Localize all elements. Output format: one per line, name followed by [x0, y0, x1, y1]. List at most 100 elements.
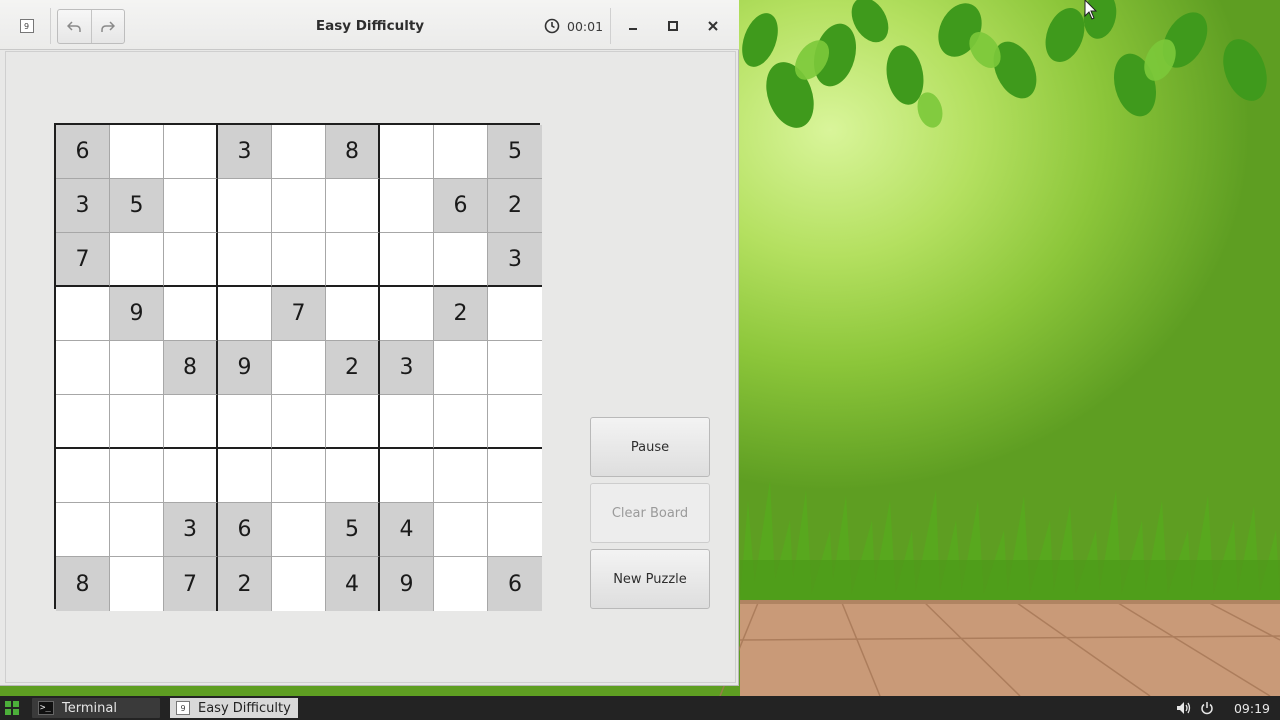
sudoku-cell[interactable]	[488, 395, 542, 449]
sudoku-cell[interactable]	[164, 233, 218, 287]
sudoku-cell[interactable]: 8	[326, 125, 380, 179]
sudoku-cell[interactable]	[380, 179, 434, 233]
sudoku-cell[interactable]	[110, 395, 164, 449]
sudoku-cell[interactable]: 6	[56, 125, 110, 179]
sudoku-cell[interactable]	[110, 503, 164, 557]
sudoku-cell[interactable]	[272, 179, 326, 233]
sudoku-cell[interactable]	[110, 341, 164, 395]
sudoku-cell[interactable]: 6	[434, 179, 488, 233]
sudoku-cell[interactable]: 2	[434, 287, 488, 341]
sudoku-cell[interactable]	[326, 233, 380, 287]
sudoku-cell[interactable]: 3	[218, 125, 272, 179]
separator	[610, 8, 611, 44]
sudoku-cell[interactable]	[380, 125, 434, 179]
sudoku-cell[interactable]	[326, 287, 380, 341]
sudoku-cell[interactable]	[218, 287, 272, 341]
sudoku-cell[interactable]: 7	[164, 557, 218, 611]
sudoku-cell[interactable]	[488, 341, 542, 395]
pause-button[interactable]: Pause	[590, 417, 710, 477]
sudoku-cell[interactable]	[272, 233, 326, 287]
power-icon[interactable]	[1200, 701, 1214, 715]
sudoku-cell[interactable]	[326, 449, 380, 503]
sudoku-cell[interactable]: 5	[488, 125, 542, 179]
sudoku-cell[interactable]	[380, 395, 434, 449]
maximize-icon	[668, 21, 678, 31]
sudoku-cell[interactable]	[272, 125, 326, 179]
sudoku-cell[interactable]	[272, 557, 326, 611]
sudoku-cell[interactable]: 6	[218, 503, 272, 557]
sudoku-cell[interactable]	[110, 449, 164, 503]
sudoku-cell[interactable]	[434, 449, 488, 503]
sudoku-cell[interactable]	[110, 125, 164, 179]
sudoku-cell[interactable]: 3	[380, 341, 434, 395]
new-puzzle-button[interactable]: New Puzzle	[590, 549, 710, 609]
sudoku-cell[interactable]: 9	[380, 557, 434, 611]
sudoku-cell[interactable]	[434, 395, 488, 449]
sudoku-cell[interactable]	[56, 503, 110, 557]
sudoku-cell[interactable]	[434, 341, 488, 395]
sudoku-cell[interactable]	[272, 449, 326, 503]
sudoku-cell[interactable]	[218, 233, 272, 287]
sudoku-cell[interactable]	[164, 449, 218, 503]
sudoku-cell[interactable]	[272, 503, 326, 557]
taskbar-item-terminal[interactable]: >_ Terminal	[32, 698, 160, 718]
sudoku-cell[interactable]	[56, 341, 110, 395]
sudoku-cell[interactable]	[380, 449, 434, 503]
sudoku-cell[interactable]: 5	[326, 503, 380, 557]
undo-button[interactable]	[58, 10, 91, 43]
sudoku-cell[interactable]	[488, 503, 542, 557]
sudoku-cell[interactable]	[326, 395, 380, 449]
sudoku-cell[interactable]	[380, 233, 434, 287]
sudoku-cell[interactable]	[272, 395, 326, 449]
clear-board-button[interactable]: Clear Board	[590, 483, 710, 543]
redo-button[interactable]	[90, 10, 125, 43]
sudoku-cell[interactable]	[218, 179, 272, 233]
sudoku-cell[interactable]	[434, 233, 488, 287]
sudoku-cell[interactable]	[56, 449, 110, 503]
sudoku-cell[interactable]	[434, 125, 488, 179]
sudoku-cell[interactable]: 3	[164, 503, 218, 557]
sudoku-cell[interactable]	[272, 341, 326, 395]
sudoku-cell[interactable]: 9	[110, 287, 164, 341]
sudoku-cell[interactable]	[164, 125, 218, 179]
sudoku-cell[interactable]	[110, 557, 164, 611]
sudoku-cell[interactable]	[56, 395, 110, 449]
sudoku-cell[interactable]: 5	[110, 179, 164, 233]
sudoku-cell[interactable]	[164, 287, 218, 341]
sudoku-cell[interactable]: 7	[56, 233, 110, 287]
sudoku-cell[interactable]	[488, 449, 542, 503]
start-menu-button[interactable]	[0, 696, 24, 720]
sudoku-cell[interactable]	[218, 395, 272, 449]
sudoku-cell[interactable]: 6	[488, 557, 542, 611]
volume-icon[interactable]	[1176, 701, 1192, 715]
taskbar-item-sudoku[interactable]: 9 Easy Difficulty	[170, 698, 298, 718]
sudoku-window: 9 Easy Difficulty 00:01 6 3 8 5 3 5 6 2 …	[0, 0, 739, 686]
sudoku-cell[interactable]: 2	[218, 557, 272, 611]
sudoku-cell[interactable]: 3	[488, 233, 542, 287]
sudoku-cell[interactable]	[218, 449, 272, 503]
sudoku-cell[interactable]	[164, 395, 218, 449]
sudoku-cell[interactable]: 3	[56, 179, 110, 233]
sudoku-cell[interactable]	[434, 503, 488, 557]
maximize-button[interactable]	[658, 11, 688, 41]
sudoku-cell[interactable]: 4	[326, 557, 380, 611]
terminal-icon: >_	[38, 701, 54, 715]
sudoku-cell[interactable]	[110, 233, 164, 287]
sudoku-cell[interactable]	[380, 287, 434, 341]
sudoku-cell[interactable]: 8	[56, 557, 110, 611]
close-button[interactable]	[698, 11, 728, 41]
sudoku-cell[interactable]	[164, 179, 218, 233]
minimize-button[interactable]	[618, 11, 648, 41]
sudoku-cell[interactable]	[56, 287, 110, 341]
sudoku-cell[interactable]	[434, 557, 488, 611]
sudoku-cell[interactable]: 2	[326, 341, 380, 395]
sudoku-cell[interactable]: 8	[164, 341, 218, 395]
sudoku-cell[interactable]	[488, 287, 542, 341]
app-menu-button[interactable]: 9	[10, 10, 43, 42]
sudoku-cell[interactable]: 9	[218, 341, 272, 395]
mouse-cursor-icon	[1084, 0, 1098, 20]
sudoku-cell[interactable]: 2	[488, 179, 542, 233]
sudoku-cell[interactable]	[326, 179, 380, 233]
sudoku-cell[interactable]: 4	[380, 503, 434, 557]
sudoku-cell[interactable]: 7	[272, 287, 326, 341]
